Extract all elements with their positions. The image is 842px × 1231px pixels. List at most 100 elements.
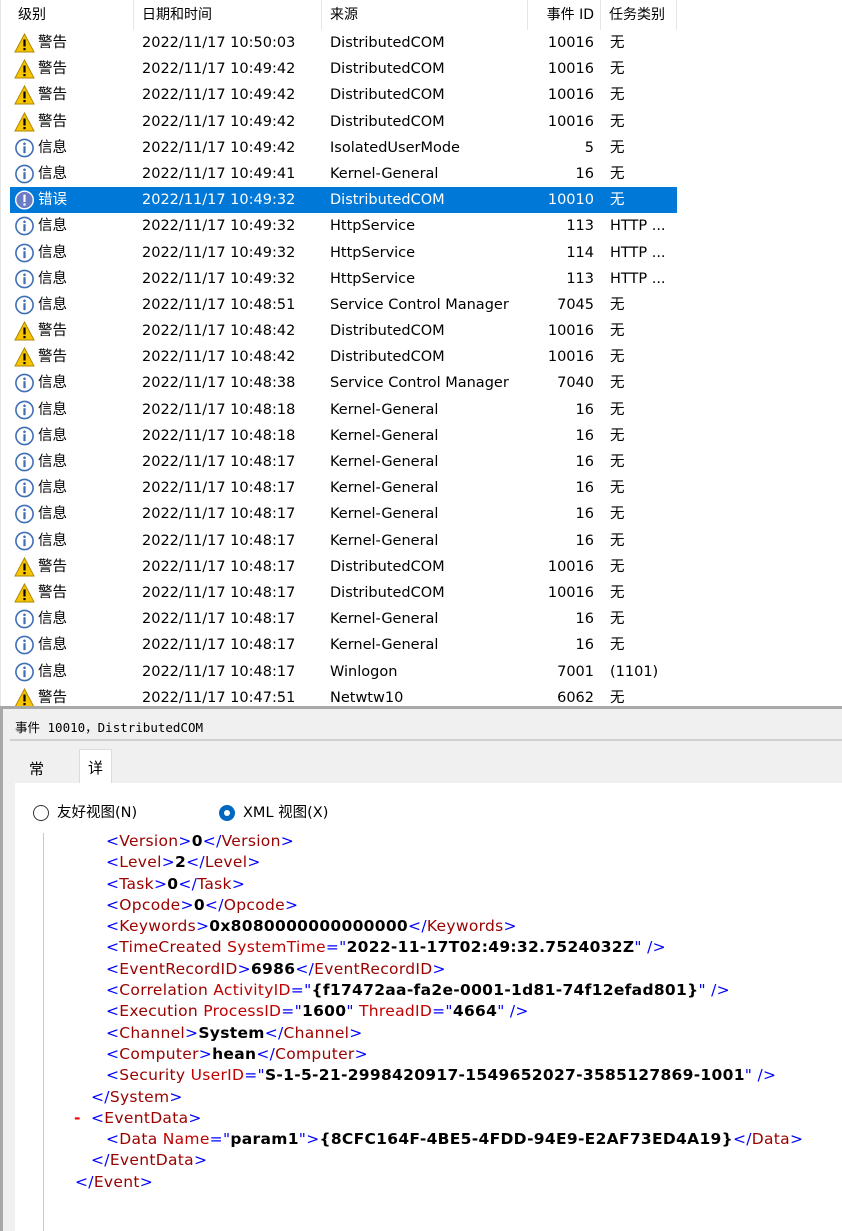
cell-level: 信息 [38, 480, 67, 497]
xml-token: > [231, 874, 246, 893]
cell-datetime: 2022/11/17 10:48:17 [142, 584, 296, 601]
event-row[interactable]: 信息 2022/11/17 10:48:18 Kernel-General 16 无 [1, 397, 842, 423]
cell-task-category: 无 [610, 61, 625, 78]
xml-token: 2 [175, 853, 187, 872]
event-row[interactable]: 信息 2022/11/17 10:48:17 Kernel-General 16 无 [1, 449, 842, 475]
cell-event-id: 114 [566, 244, 594, 261]
column-header-datetime[interactable]: 日期和时间 [134, 0, 322, 30]
cell-level: 警告 [38, 87, 67, 104]
warning-icon [14, 556, 35, 577]
event-row[interactable]: 信息 2022/11/17 10:49:42 IsolatedUserMode 5 无 [1, 135, 842, 161]
xml-token: System [198, 1023, 265, 1042]
cell-datetime: 2022/11/17 10:49:32 [142, 244, 296, 261]
column-header-level[interactable]: 级别 [10, 0, 134, 30]
event-row[interactable]: 信息 2022/11/17 10:49:32 HttpService 113 HTTP … [1, 213, 842, 239]
xml-token: " /> [744, 1066, 777, 1085]
radio-friendly-view-dot[interactable] [33, 805, 49, 821]
xml-token: UserID [185, 1066, 245, 1085]
event-list[interactable]: 级别 日期和时间 来源 事件 ID 任务类别 警告 2022/11/17 10:5… [0, 0, 842, 706]
event-row[interactable]: 警告 2022/11/17 10:49:42 DistributedCOM 10016… [1, 82, 842, 108]
event-row[interactable]: 警告 2022/11/17 10:49:42 DistributedCOM 10016… [1, 56, 842, 82]
cell-event-id: 113 [566, 270, 594, 287]
tab-general[interactable]: 常规 [21, 753, 52, 810]
xml-token: 1600 [302, 1002, 347, 1021]
event-row[interactable]: 错误 2022/11/17 10:49:32 DistributedCOM 10010… [1, 187, 842, 214]
xml-token: S-1-5-21-2998420917-1549652027-358512786… [264, 1066, 745, 1085]
xml-token: {8CFC164F-4BE5-4FDD-94E9-E2AF73ED4A19} [319, 1130, 733, 1149]
tab-details[interactable]: 详细信息 [79, 749, 113, 885]
collapse-toggle[interactable]: - [74, 1108, 81, 1129]
event-row[interactable]: 信息 2022/11/17 10:48:17 Kernel-General 16 无 [1, 475, 842, 501]
cell-event-id: 10016 [547, 35, 594, 51]
cell-datetime: 2022/11/17 10:49:32 [142, 270, 296, 287]
cell-event-id: 5 [584, 139, 594, 156]
xml-token: " /> [497, 1002, 529, 1021]
event-row[interactable]: 信息 2022/11/17 10:48:17 Kernel-General 16 无 [1, 606, 842, 632]
cell-source: DistributedCOM [330, 87, 445, 104]
info-icon [14, 662, 35, 682]
xml-token: =" [432, 1002, 453, 1021]
xml-line: </Event> [44, 1172, 842, 1193]
cell-source: DistributedCOM [330, 558, 445, 575]
info-icon [14, 216, 35, 236]
xml-token: Opcode [119, 895, 181, 914]
xml-token: > [247, 853, 261, 872]
xml-token: Execution [119, 1002, 199, 1021]
radio-xml-view-label: XML 视图(X) [243, 805, 329, 821]
cell-level: 信息 [38, 401, 67, 418]
info-icon [14, 531, 35, 551]
event-row[interactable]: 信息 2022/11/17 10:48:18 Kernel-General 16 无 [1, 423, 842, 449]
event-row[interactable]: 警告 2022/11/17 10:48:42 DistributedCOM 10016… [1, 318, 842, 344]
cell-datetime: 2022/11/17 10:48:17 [142, 506, 296, 523]
xml-token: </ [91, 1151, 110, 1170]
xml-token: SystemTime [221, 938, 326, 957]
event-row[interactable]: 信息 2022/11/17 10:48:51 Service Control Man… [1, 292, 842, 318]
radio-xml-view-dot[interactable] [219, 805, 235, 821]
event-row[interactable]: 信息 2022/11/17 10:48:17 Winlogon 7001 (1101) [1, 659, 842, 685]
event-row[interactable]: 信息 2022/11/17 10:48:17 Kernel-General 16 无 [1, 501, 842, 527]
event-row[interactable]: 警告 2022/11/17 10:48:42 DistributedCOM 10016… [1, 344, 842, 370]
event-row[interactable]: 警告 2022/11/17 10:50:03 DistributedCOM 10016… [1, 30, 842, 56]
cell-datetime: 2022/11/17 10:48:42 [142, 349, 296, 366]
event-row[interactable]: 信息 2022/11/17 10:49:32 HttpService 113 HTTP … [1, 266, 842, 292]
cell-level: 信息 [38, 506, 67, 523]
xml-token: < [106, 874, 120, 893]
xml-view[interactable]: <Version>0</Version> <Level>2</Level> <Tas… [43, 833, 842, 1231]
cell-source: DistributedCOM [330, 61, 445, 78]
xml-token: EventData [109, 1151, 194, 1170]
xml-token: Channel [283, 1023, 350, 1042]
cell-source: Kernel-General [330, 637, 439, 654]
event-row[interactable]: 信息 2022/11/17 10:48:17 Kernel-General 16 无 [1, 632, 842, 658]
xml-line: <Correlation ActivityID="{f17472aa-fa2e-… [44, 980, 842, 1001]
xml-line: <Task>0</Task> [44, 874, 842, 895]
xml-token: Task [119, 874, 154, 893]
xml-token: hean [212, 1044, 257, 1063]
xml-token: </ [202, 833, 222, 850]
event-row[interactable]: 信息 2022/11/17 10:48:38 Service Control Man… [1, 370, 842, 396]
event-row[interactable]: 信息 2022/11/17 10:49:32 HttpService 114 HTTP … [1, 240, 842, 266]
cell-source: Kernel-General [330, 480, 439, 497]
column-header-task-category[interactable]: 任务类别 [601, 0, 677, 30]
xml-token: < [106, 1002, 120, 1021]
event-row[interactable]: 警告 2022/11/17 10:48:17 DistributedCOM 10016… [1, 554, 842, 580]
column-header-event-id[interactable]: 事件 ID [528, 0, 601, 30]
cell-source: Kernel-General [330, 454, 439, 470]
xml-token: > [153, 874, 168, 893]
xml-token: > [789, 1130, 804, 1149]
xml-token: 0 [193, 895, 205, 914]
cell-datetime: 2022/11/17 10:48:17 [142, 637, 296, 654]
xml-token: Channel [119, 1023, 186, 1042]
event-row[interactable]: 警告 2022/11/17 10:49:42 DistributedCOM 10016… [1, 109, 842, 135]
event-row[interactable]: 信息 2022/11/17 10:48:17 Kernel-General 16 无 [1, 528, 842, 554]
cell-datetime: 2022/11/17 10:48:17 [142, 454, 296, 470]
cell-event-id: 10016 [547, 113, 594, 130]
event-row[interactable]: 警告 2022/11/17 10:47:51 Netwtw10 6062 无 [1, 685, 842, 706]
event-row[interactable]: 信息 2022/11/17 10:49:41 Kernel-General 16 无 [1, 161, 842, 187]
event-row[interactable]: 警告 2022/11/17 10:48:17 DistributedCOM 10016… [1, 580, 842, 606]
xml-token: EventRecordID [314, 959, 433, 978]
info-icon [14, 295, 35, 315]
cell-event-id: 10016 [547, 558, 594, 575]
column-header-source[interactable]: 来源 [322, 0, 528, 30]
cell-source: HttpService [330, 244, 416, 261]
cell-event-id: 7045 [557, 296, 594, 313]
